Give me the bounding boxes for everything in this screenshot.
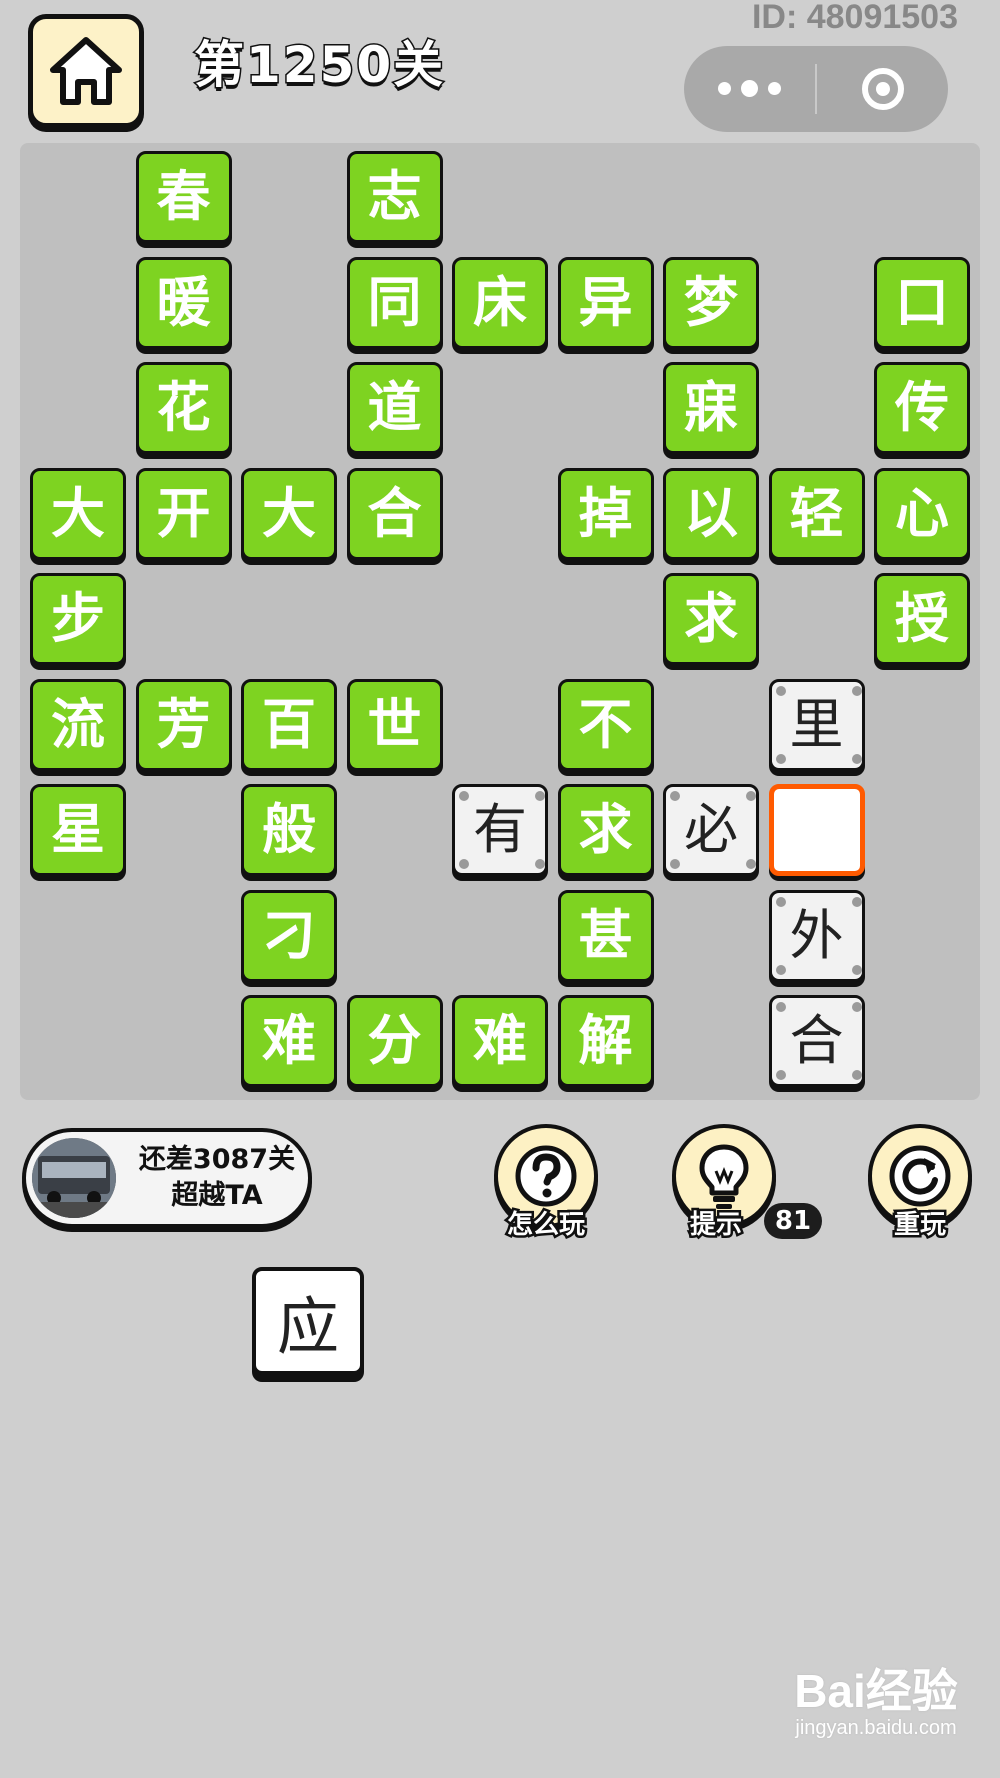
avatar (32, 1138, 116, 1218)
board-cell-fixed: 寐 (663, 362, 759, 454)
board-cell-fixed: 难 (452, 995, 548, 1087)
puzzle-board: 春志暖同床异梦口花道寐传大开大合掉以轻心步求授流芳百世不里星般有求必刁甚外难分难… (20, 143, 980, 1100)
hint-count-badge: 81 (764, 1203, 822, 1239)
board-cell-fixed: 解 (557, 995, 654, 1087)
board-cell-fixed: 床 (452, 256, 548, 349)
rank-remaining: 还差3087关 (138, 1144, 296, 1175)
target-circle-icon (861, 68, 904, 110)
board-cell-fixed: 甚 (557, 889, 654, 982)
board-cell-fixed: 流 (30, 678, 126, 771)
board-cell-fixed: 合 (346, 467, 443, 560)
board-cell-fixed: 掉 (557, 467, 654, 560)
rank-goal: 超越TA (171, 1180, 263, 1211)
board-cell-fixed: 以 (663, 467, 759, 560)
replay-icon (889, 1145, 951, 1207)
board-cell-fixed: 不 (557, 678, 654, 771)
level-title: 第1250关 (192, 36, 446, 94)
board-cell-selected-empty[interactable] (768, 784, 865, 876)
board-cell-fixed: 刁 (241, 889, 337, 982)
board-cell-filled[interactable]: 外 (768, 889, 865, 982)
close-program-button[interactable] (817, 46, 948, 132)
board-cell-fixed: 梦 (663, 256, 759, 349)
rank-text: 还差3087关 超越TA (124, 1142, 310, 1214)
board-cell-fixed: 难 (241, 995, 337, 1087)
board-cell-fixed: 求 (663, 573, 759, 665)
board-cell-fixed: 大 (30, 467, 126, 560)
board-cell-fixed: 口 (874, 256, 970, 349)
board-cell-fixed: 芳 (135, 678, 232, 771)
board-cell-fixed: 道 (346, 362, 443, 454)
more-menu-button[interactable] (684, 46, 815, 132)
board-cell-fixed: 志 (346, 151, 443, 243)
more-dots-icon (718, 79, 781, 97)
watermark: Bai经验 jingyan.baidu.com (766, 1668, 986, 1742)
board-cell-fixed: 授 (874, 573, 970, 665)
board-cell-fixed: 世 (346, 678, 443, 771)
board-cell-fixed: 步 (30, 573, 126, 665)
board-cell-fixed: 轻 (768, 467, 865, 560)
board-cell-fixed: 同 (346, 256, 443, 349)
home-button[interactable] (28, 14, 144, 128)
board-cell-fixed: 开 (135, 467, 232, 560)
lightbulb-icon (699, 1144, 749, 1209)
question-icon (515, 1145, 577, 1207)
board-cell-fixed: 春 (135, 151, 232, 243)
answer-option-tile[interactable]: 应 (252, 1267, 364, 1375)
hint-label: 提示 (687, 1210, 744, 1241)
board-cell-fixed: 传 (874, 362, 970, 454)
board-cell-fixed: 大 (241, 467, 337, 560)
watermark-url: jingyan.baidu.com (795, 1717, 957, 1739)
board-cell-fixed: 分 (346, 995, 443, 1087)
board-cell-fixed: 花 (135, 362, 232, 454)
board-cell-fixed: 暖 (135, 256, 232, 349)
board-cell-fixed: 百 (241, 678, 337, 771)
watermark-brand: Bai经验 (794, 1665, 958, 1717)
replay-label: 重玩 (891, 1210, 948, 1241)
board-cell-filled[interactable]: 合 (768, 995, 865, 1087)
board-cell-fixed: 星 (30, 784, 126, 876)
user-id: ID: 48091503 (751, 0, 958, 36)
mini-program-capsule (684, 46, 948, 132)
board-cell-filled[interactable]: 有 (452, 784, 548, 876)
board-cell-fixed: 心 (874, 467, 970, 560)
board-cell-filled[interactable]: 里 (768, 678, 865, 771)
home-icon (50, 37, 122, 105)
board-cell-filled[interactable]: 必 (663, 784, 759, 876)
board-cell-fixed: 求 (557, 784, 654, 876)
rank-progress[interactable]: 还差3087关 超越TA (22, 1128, 312, 1228)
how-to-play-label: 怎么玩 (504, 1210, 587, 1241)
board-cell-fixed: 异 (557, 256, 654, 349)
board-cell-fixed: 般 (241, 784, 337, 876)
